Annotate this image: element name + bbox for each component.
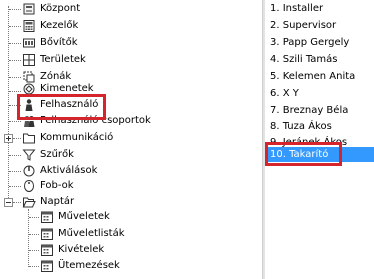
tree-connector-line [9, 155, 21, 156]
tree-item-szurok[interactable]: Szűrők [22, 147, 74, 163]
tree-item-label: Kezelők [40, 20, 79, 31]
tree-item-bovitok[interactable]: Bővítők [22, 35, 78, 51]
settings-tree: Központ Kezelők Bővítők Területek Zónák … [0, 0, 262, 279]
tree-item-label: Központ [40, 3, 81, 14]
tree-connector-line [9, 26, 21, 27]
filter-icon [22, 148, 36, 162]
tree-item-kivetelek[interactable]: Kivételek [40, 242, 104, 258]
calendar-icon [40, 259, 54, 273]
calendar-icon [40, 210, 54, 224]
tree-item-label: Kommunikáció [40, 132, 114, 143]
tree-connector-line [29, 250, 39, 251]
tree-item-utemezesek[interactable]: Ütemezések [40, 258, 120, 274]
tree-item-kommunikacio[interactable]: Kommunikáció [22, 130, 113, 146]
tree-item-teruletek[interactable]: Területek [22, 52, 86, 68]
tree-connector-line [29, 266, 39, 267]
tree-item-label: Szűrők [40, 149, 74, 160]
highlight-box-felhasznalo [17, 94, 106, 120]
user-list-item[interactable]: 6. X Y [268, 86, 299, 101]
tree-item-label: Műveletlisták [58, 228, 125, 239]
tree-item-label: Kivételek [58, 244, 105, 255]
user-list-item[interactable]: 7. Breznay Béla [268, 103, 348, 118]
tree-item-label: Naptár [40, 196, 75, 207]
keypad-icon [22, 19, 36, 33]
folder-icon [22, 131, 36, 145]
tree-connector-line [9, 60, 21, 61]
user-list-item[interactable]: 4. Szili Tamás [268, 52, 338, 67]
user-list: 1. Installer 2. Supervisor 3. Papp Gerge… [265, 0, 374, 279]
tree-connector-line [9, 186, 21, 187]
tree-item-kezelok[interactable]: Kezelők [22, 18, 78, 34]
tree-connector-line [8, 6, 9, 202]
tree-item-label: Fob-ok [40, 180, 74, 191]
tree-connector-line [29, 234, 39, 235]
tree-connector-line [9, 171, 21, 172]
user-list-item[interactable]: 3. Papp Gergely [268, 35, 349, 50]
user-list-item[interactable]: 8. Tuza Ákos [268, 119, 332, 134]
tree-connector-line [13, 138, 21, 139]
fob-icon [22, 179, 36, 193]
tree-connector-line [9, 77, 21, 78]
tree-item-muveletlistak[interactable]: Műveletlisták [40, 226, 125, 242]
user-list-item[interactable]: 5. Kelemen Anita [268, 69, 355, 84]
tree-item-label: Bővítők [40, 37, 78, 48]
module-icon [22, 36, 36, 50]
tree-connector-line [9, 43, 21, 44]
collapse-naptar-toggle[interactable] [4, 198, 13, 207]
tree-item-naptar[interactable]: Naptár [22, 194, 74, 210]
tree-connector-line [9, 91, 21, 92]
tree-item-kozpont[interactable]: Központ [22, 1, 80, 17]
tree-connector-line [9, 121, 21, 122]
tree-item-label: Aktiválások [40, 165, 98, 176]
calendar-icon [40, 243, 54, 257]
activation-icon [22, 164, 36, 178]
tree-item-label: Műveletek [58, 211, 110, 222]
server-icon [22, 2, 36, 16]
expand-kommunikacio-toggle[interactable] [4, 134, 13, 143]
tree-connector-line [29, 217, 39, 218]
folder-open-icon [22, 195, 36, 209]
tree-item-muveletek[interactable]: Műveletek [40, 209, 110, 225]
area-icon [22, 53, 36, 67]
highlight-box-takarito [265, 142, 342, 166]
tree-item-label: Ütemezések [58, 260, 120, 271]
user-list-item[interactable]: 1. Installer [268, 1, 323, 16]
tree-connector-line [9, 9, 21, 10]
calendar-icon [40, 227, 54, 241]
tree-connector-line [13, 202, 21, 203]
tree-item-label: Területek [40, 54, 86, 65]
tree-item-aktivalasok[interactable]: Aktiválások [22, 163, 97, 179]
user-list-item[interactable]: 2. Supervisor [268, 18, 336, 33]
tree-item-fob-ok[interactable]: Fob-ok [22, 178, 74, 194]
